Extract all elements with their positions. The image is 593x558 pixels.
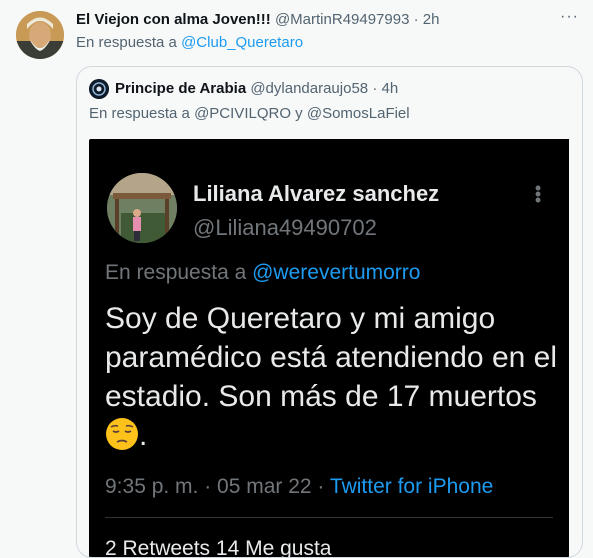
quoted-reply-context: En respuesta a @PCIVILQRO y @SomosLaFiel bbox=[89, 105, 410, 122]
screenshot-author-name: Liliana Alvarez sanchez bbox=[193, 181, 440, 206]
reply-mention-link[interactable]: @Club_Queretaro bbox=[181, 34, 303, 51]
quoted-author-name: Principe de Arabia bbox=[115, 80, 247, 97]
screenshot-author-handle: @Liliana49490702 bbox=[193, 215, 377, 240]
screenshot-timestamp: 9:35 p. m. · 05 mar 22 · bbox=[105, 475, 325, 498]
quoted-timestamp: 4h bbox=[381, 80, 399, 97]
user-avatar[interactable] bbox=[16, 11, 64, 59]
divider bbox=[105, 517, 553, 518]
author-name[interactable]: El Viejon con alma Joven!!! bbox=[76, 11, 271, 28]
screenshot-meta: 9:35 p. m. · 05 mar 22 · Twitter for iPh… bbox=[105, 475, 493, 499]
separator: · bbox=[372, 80, 378, 97]
quoted-author-handle: @dylandaraujo58 bbox=[250, 80, 369, 97]
quoted-avatar bbox=[89, 79, 109, 99]
author-handle[interactable]: @MartinR49497993 bbox=[275, 11, 409, 28]
reply-prefix: En respuesta a bbox=[105, 261, 247, 284]
tweet-header: El Viejon con alma Joven!!! @MartinR4949… bbox=[76, 11, 593, 31]
vertical-more-icon: • • • bbox=[534, 178, 542, 210]
reply-mention: @werevertumorro bbox=[252, 261, 421, 284]
reply-prefix: En respuesta a bbox=[89, 105, 190, 122]
quoted-tweet[interactable]: Principe de Arabia @dylandaraujo58 · 4h … bbox=[76, 66, 583, 558]
screenshot-source: Twitter for iPhone bbox=[329, 475, 494, 498]
separator: · bbox=[413, 11, 419, 28]
screenshot-stats: 2 Retweets 14 Me gusta bbox=[105, 537, 332, 558]
quoted-header: Principe de Arabia @dylandaraujo58 · 4h bbox=[115, 80, 398, 97]
screenshot-tweet-text: Soy de Queretaro y mi amigo paramédico e… bbox=[105, 299, 560, 455]
reply-conjunction: y bbox=[295, 105, 303, 122]
timestamp[interactable]: 2h bbox=[423, 11, 440, 28]
tweet-text-end: . bbox=[139, 419, 148, 452]
reply-context: En respuesta a @Club_Queretaro bbox=[76, 34, 303, 51]
reply-mention: @SomosLaFiel bbox=[306, 105, 410, 122]
pensive-face-icon bbox=[105, 417, 139, 451]
attached-screenshot-image[interactable]: Liliana Alvarez sanchez @Liliana49490702… bbox=[89, 139, 569, 558]
reply-mention: @PCIVILQRO bbox=[194, 105, 291, 122]
reply-prefix: En respuesta a bbox=[76, 34, 177, 51]
tweet-text: Soy de Queretaro y mi amigo paramédico e… bbox=[105, 302, 557, 413]
more-options-icon[interactable]: ··· bbox=[560, 8, 579, 26]
screenshot-avatar bbox=[107, 173, 177, 243]
screenshot-reply-context: En respuesta a @werevertumorro bbox=[105, 261, 420, 285]
